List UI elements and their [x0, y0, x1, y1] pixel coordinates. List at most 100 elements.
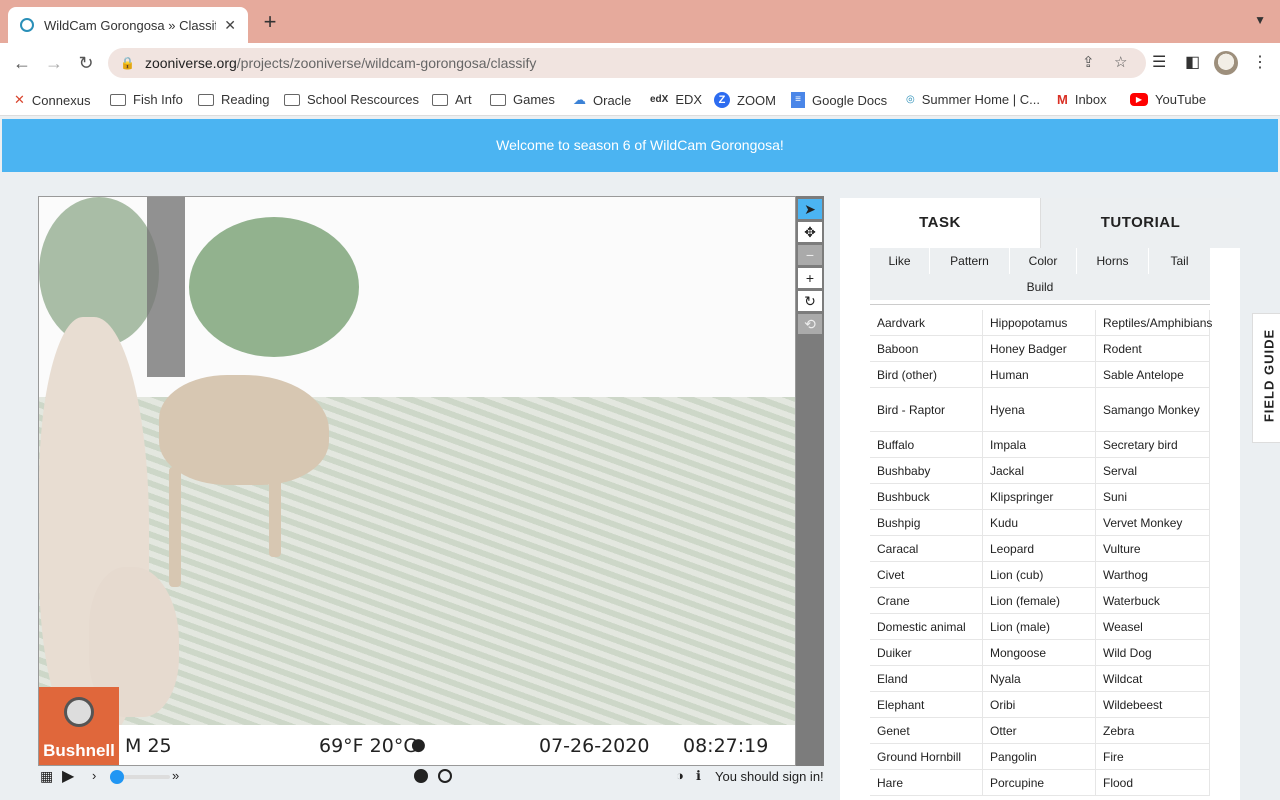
species-option[interactable]: Reptiles/Amphibians [1096, 310, 1212, 336]
menu-kebab-icon[interactable]: ⋮ [1252, 52, 1268, 72]
species-option[interactable]: Kudu [983, 510, 1096, 536]
speed-slider[interactable] [110, 770, 170, 784]
species-option[interactable]: Serval [1096, 458, 1210, 484]
bookmark-fish-info[interactable]: Fish Info [110, 92, 183, 107]
species-option[interactable]: Mongoose [983, 640, 1096, 666]
slider-knob[interactable] [110, 770, 124, 784]
reset-icon[interactable]: ⟲ [798, 314, 822, 334]
zoom-in-icon[interactable]: + [798, 268, 822, 288]
species-option[interactable]: Secretary bird [1096, 432, 1210, 458]
zoom-out-icon[interactable]: − [798, 245, 822, 265]
species-option[interactable]: Buffalo [870, 432, 983, 458]
contrast-icon[interactable]: ◑ [676, 768, 684, 783]
tab-tutorial[interactable]: TUTORIAL [1040, 198, 1240, 248]
species-option[interactable]: Aardvark [870, 310, 983, 336]
species-option[interactable]: Zebra [1096, 718, 1210, 744]
species-option[interactable]: Pangolin [983, 744, 1096, 770]
species-option[interactable]: Flood [1096, 770, 1210, 796]
species-option[interactable]: Wild Dog [1096, 640, 1210, 666]
species-option[interactable]: Lion (male) [983, 614, 1096, 640]
bookmark-art[interactable]: Art [432, 92, 472, 107]
bookmark-google-docs[interactable]: ≡ Google Docs [791, 92, 887, 108]
species-option[interactable]: Hyena [983, 388, 1096, 432]
reading-list-icon[interactable]: ☰ [1152, 52, 1166, 72]
forward-icon[interactable]: → [42, 51, 66, 75]
species-option[interactable]: Bird - Raptor [870, 388, 983, 432]
species-option[interactable]: Bird (other) [870, 362, 983, 388]
close-tab-icon[interactable]: ✕ [224, 17, 236, 34]
move-icon[interactable]: ✥ [798, 222, 822, 242]
species-option[interactable]: Sable Antelope [1096, 362, 1210, 388]
new-tab-icon[interactable]: + [258, 9, 282, 35]
slow-icon[interactable]: › [92, 768, 96, 783]
tab-search-chevron-icon[interactable]: ▼ [1254, 13, 1266, 27]
species-option[interactable]: Bushpig [870, 510, 983, 536]
bookmark-zoom[interactable]: Z ZOOM [714, 92, 776, 108]
species-option[interactable]: Samango Monkey [1096, 388, 1210, 432]
share-icon[interactable]: ⇪ [1082, 53, 1095, 71]
address-bar[interactable]: 🔒 zooniverse.org/projects/zooniverse/wil… [108, 48, 1146, 78]
species-option[interactable]: Fire [1096, 744, 1210, 770]
tab-task[interactable]: TASK [840, 198, 1040, 248]
species-option[interactable]: Ground Hornbill [870, 744, 983, 770]
species-option[interactable]: Waterbuck [1096, 588, 1210, 614]
camera-trap-image[interactable]: M 25 69°F 20°C ● 07-26-2020 08:27:19 Bus… [38, 196, 796, 766]
bookmark-reading[interactable]: Reading [198, 92, 269, 107]
species-option[interactable]: Human [983, 362, 1096, 388]
grid-icon[interactable]: ▦ [40, 768, 53, 785]
species-option[interactable]: Civet [870, 562, 983, 588]
fast-icon[interactable]: » [172, 768, 179, 783]
species-option[interactable]: Elephant [870, 692, 983, 718]
species-option[interactable]: Vervet Monkey [1096, 510, 1210, 536]
species-option[interactable]: Jackal [983, 458, 1096, 484]
species-option[interactable]: Oribi [983, 692, 1096, 718]
species-option[interactable]: Porcupine [983, 770, 1096, 796]
bookmark-youtube[interactable]: ▶ YouTube [1130, 92, 1206, 107]
species-option[interactable]: Nyala [983, 666, 1096, 692]
bookmark-connexus[interactable]: ✕ Connexus [14, 92, 90, 108]
species-option[interactable]: Klipspringer [983, 484, 1096, 510]
field-guide-tab[interactable]: FIELD GUIDE [1252, 313, 1280, 443]
filter-like[interactable]: Like [870, 248, 930, 274]
species-option[interactable]: Suni [1096, 484, 1210, 510]
filter-tail[interactable]: Tail [1149, 248, 1210, 274]
species-option[interactable]: Weasel [1096, 614, 1210, 640]
info-icon[interactable]: ℹ [696, 768, 701, 784]
browser-tab[interactable]: WildCam Gorongosa » Classify ✕ [8, 7, 248, 43]
species-option[interactable]: Genet [870, 718, 983, 744]
species-option[interactable]: Lion (female) [983, 588, 1096, 614]
species-option[interactable]: Bushbuck [870, 484, 983, 510]
filter-build[interactable]: Build [870, 274, 1210, 300]
bookmark-inbox[interactable]: M Inbox [1057, 92, 1107, 107]
filter-pattern[interactable]: Pattern [930, 248, 1010, 274]
species-option[interactable]: Warthog [1096, 562, 1210, 588]
bookmark-star-icon[interactable]: ☆ [1114, 53, 1127, 71]
species-option[interactable]: Baboon [870, 336, 983, 362]
frame-dot-active[interactable] [414, 769, 428, 783]
species-option[interactable]: Lion (cub) [983, 562, 1096, 588]
species-option[interactable]: Hippopotamus [983, 310, 1096, 336]
bookmark-edx[interactable]: edX EDX [650, 92, 702, 107]
species-option[interactable]: Impala [983, 432, 1096, 458]
reload-icon[interactable]: ↻ [74, 51, 98, 75]
species-option[interactable]: Otter [983, 718, 1096, 744]
species-option[interactable]: Leopard [983, 536, 1096, 562]
species-option[interactable]: Bushbaby [870, 458, 983, 484]
species-option[interactable]: Duiker [870, 640, 983, 666]
pointer-icon[interactable]: ➤ [798, 199, 822, 219]
species-option[interactable]: Wildebeest [1096, 692, 1210, 718]
profile-avatar[interactable] [1214, 51, 1238, 75]
rotate-icon[interactable]: ↻ [798, 291, 822, 311]
side-panel-icon[interactable]: ◧ [1185, 52, 1200, 72]
species-option[interactable]: Caracal [870, 536, 983, 562]
filter-horns[interactable]: Horns [1077, 248, 1149, 274]
species-option[interactable]: Hare [870, 770, 983, 796]
filter-color[interactable]: Color [1010, 248, 1077, 274]
bookmark-summer-home[interactable]: ◎ Summer Home | C... [906, 92, 1040, 107]
bookmark-oracle[interactable]: ☁ Oracle [573, 92, 631, 108]
species-option[interactable]: Domestic animal [870, 614, 983, 640]
bookmark-games[interactable]: Games [490, 92, 555, 107]
species-option[interactable]: Wildcat [1096, 666, 1210, 692]
species-option[interactable]: Honey Badger [983, 336, 1096, 362]
frame-dot[interactable] [438, 769, 452, 783]
